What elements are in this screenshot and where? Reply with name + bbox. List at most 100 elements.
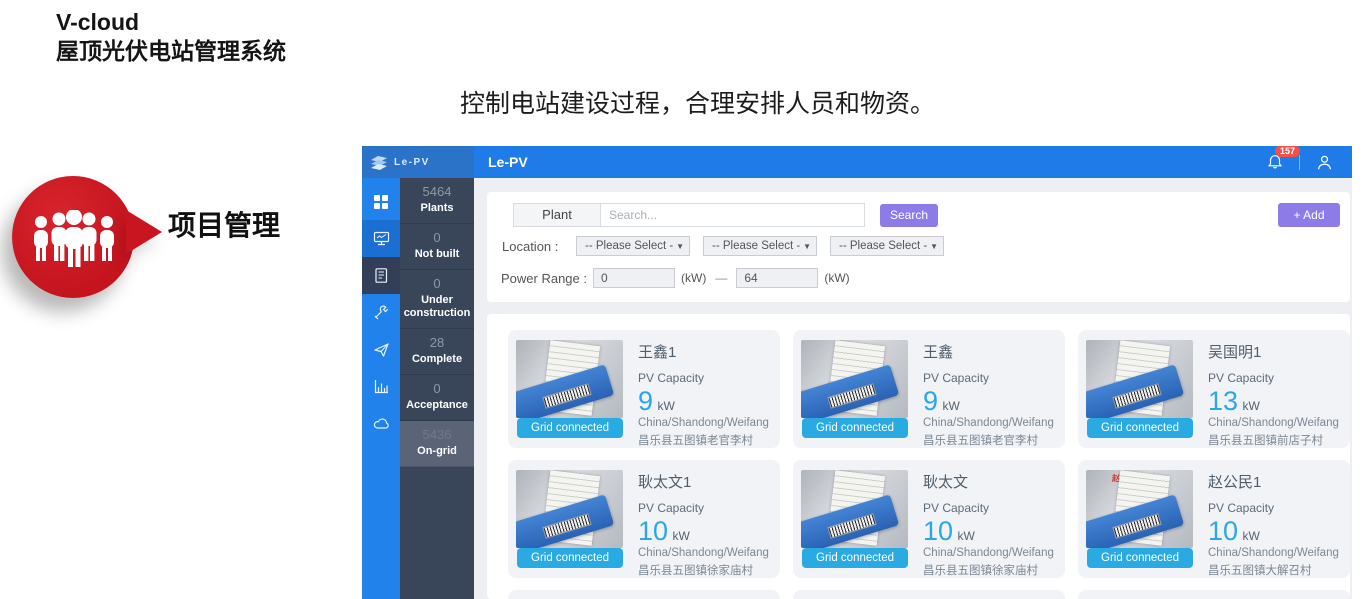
page: V-cloud 屋顶光伏电站管理系统 控制电站建设过程，合理安排人员和物资。 项…: [0, 0, 1370, 599]
plant-card[interactable]: Grid connected 王鑫 PV Capacity 9 kW China…: [793, 330, 1065, 448]
plant-card[interactable]: Grid connected 耿太文 PV Capacity 10 kW Chi…: [793, 460, 1065, 578]
dispatch-icon: [373, 341, 390, 358]
status-badge: Grid connected: [802, 418, 908, 438]
header-divider: [1299, 155, 1300, 170]
location-select-province[interactable]: -- Please Select - ▼: [576, 236, 690, 256]
select-value: -- Please Select -: [839, 240, 927, 252]
brand-line1: V-cloud: [56, 8, 286, 37]
plant-card-partial[interactable]: [793, 590, 1065, 599]
stat-label: On-grid: [402, 445, 472, 458]
sidebar-item-plants[interactable]: [362, 257, 400, 294]
capacity-unit: kW: [1243, 529, 1260, 543]
plant-card-partial[interactable]: [508, 590, 780, 599]
stat-plants[interactable]: 5464 Plants: [400, 178, 474, 224]
add-button[interactable]: + Add: [1278, 203, 1340, 227]
plant-village: 昌乐县五图镇老官李村: [638, 432, 777, 448]
sidebar-item-dispatch[interactable]: [362, 331, 400, 368]
capacity-label: PV Capacity: [1208, 371, 1347, 385]
solar-panel-logo-icon: [369, 153, 389, 171]
sidebar-item-construction[interactable]: [362, 294, 400, 331]
plant-list-panel: Grid connected 王鑫1 PV Capacity 9 kW Chin…: [487, 314, 1350, 599]
search-button[interactable]: Search: [880, 204, 938, 227]
notifications-bell-icon[interactable]: 157: [1266, 153, 1284, 171]
caption: 控制电站建设过程，合理安排人员和物资。: [460, 84, 935, 120]
plant-region: China/Shandong/Weifang: [638, 417, 777, 429]
stat-label: Under construction: [402, 294, 472, 320]
plant-card[interactable]: Grid connected 耿太文1 PV Capacity 10 kW Ch…: [508, 460, 780, 578]
plant-card[interactable]: 赵公民北屋 Grid connected 赵公民1 PV Capacity 10…: [1078, 460, 1350, 578]
location-label: Location :: [502, 239, 576, 254]
icon-sidebar: [362, 178, 400, 599]
feature-label: 项目管理: [168, 204, 280, 244]
status-badge: Grid connected: [517, 548, 623, 568]
stat-not-built[interactable]: 0 Not built: [400, 224, 474, 270]
plant-region: China/Shandong/Weifang: [923, 417, 1062, 429]
range-dash: —: [715, 271, 727, 285]
capacity-value: 9: [638, 386, 653, 416]
stat-under-construction[interactable]: 0 Under construction: [400, 270, 474, 329]
plant-photo: [801, 340, 908, 418]
chevron-down-icon: ▼: [930, 242, 938, 251]
bubble-arrow: [126, 210, 162, 254]
capacity-unit: kW: [673, 529, 690, 543]
sidebar-item-dashboard[interactable]: [362, 183, 400, 220]
plant-photo: 赵公民北屋: [1086, 470, 1193, 548]
user-profile-icon[interactable]: [1315, 153, 1334, 172]
plant-name: 吴国明1: [1208, 341, 1347, 362]
power-max-input[interactable]: [736, 268, 818, 288]
capacity-value: 10: [1208, 516, 1238, 546]
capacity-label: PV Capacity: [1208, 501, 1347, 515]
status-badge: Grid connected: [1087, 418, 1193, 438]
sidebar-item-monitor[interactable]: [362, 220, 400, 257]
plant-name: 王鑫1: [638, 341, 777, 362]
sidebar-item-statistics[interactable]: [362, 368, 400, 405]
stat-complete[interactable]: 28 Complete: [400, 329, 474, 375]
stat-label: Not built: [402, 248, 472, 261]
search-field-selector[interactable]: Plant: [513, 203, 601, 227]
capacity-label: PV Capacity: [923, 371, 1062, 385]
plant-cards-grid: Grid connected 王鑫1 PV Capacity 9 kW Chin…: [508, 330, 1350, 599]
status-badge: Grid connected: [517, 418, 623, 438]
plant-name: 赵公民1: [1208, 471, 1347, 492]
filter-panel: Plant Search + Add Location : -- Please …: [487, 192, 1350, 302]
plant-name: 耿太文: [923, 471, 1062, 492]
stat-on-grid[interactable]: 5436 On-grid: [400, 421, 474, 467]
feature-callout: 项目管理: [0, 168, 360, 300]
plant-card[interactable]: Grid connected 吴国明1 PV Capacity 13 kW Ch…: [1078, 330, 1350, 448]
plant-village: 昌乐县五图镇老官李村: [923, 432, 1062, 448]
header-title: Le-PV: [488, 154, 528, 170]
location-select-district[interactable]: -- Please Select - ▼: [830, 236, 944, 256]
plant-region: China/Shandong/Weifang: [1208, 547, 1347, 559]
search-input[interactable]: [601, 203, 865, 227]
logo-text: Le-PV: [394, 157, 430, 168]
power-range-row: Power Range : (kW) — (kW): [501, 268, 1338, 288]
brand-line2: 屋顶光伏电站管理系统: [56, 37, 286, 66]
plant-village: 昌乐县五图镇徐家庙村: [638, 562, 777, 578]
stats-sidebar: 5464 Plants 0 Not built 0 Under construc…: [400, 178, 474, 599]
search-row: Plant Search + Add: [501, 203, 1338, 227]
people-group-icon: [28, 210, 120, 268]
location-select-city[interactable]: -- Please Select - ▼: [703, 236, 817, 256]
plant-photo: [516, 340, 623, 418]
capacity-value: 13: [1208, 386, 1238, 416]
power-min-input[interactable]: [593, 268, 675, 288]
status-badge: Grid connected: [802, 548, 908, 568]
plant-card-partial[interactable]: [1078, 590, 1350, 599]
stat-label: Plants: [402, 202, 472, 215]
plant-photo: [1086, 340, 1193, 418]
cloud-icon: [373, 415, 390, 432]
capacity-value: 10: [923, 516, 953, 546]
capacity-value: 9: [923, 386, 938, 416]
location-row: Location : -- Please Select - ▼ -- Pleas…: [501, 236, 1338, 256]
logo-block[interactable]: Le-PV: [362, 146, 474, 178]
app-window: Le-PV Le-PV 157: [362, 146, 1352, 599]
stat-acceptance[interactable]: 0 Acceptance: [400, 375, 474, 421]
sidebar-item-cloud[interactable]: [362, 405, 400, 442]
stat-value: 5436: [402, 427, 472, 442]
capacity-label: PV Capacity: [638, 371, 777, 385]
stat-value: 0: [402, 381, 472, 396]
plant-card[interactable]: Grid connected 王鑫1 PV Capacity 9 kW Chin…: [508, 330, 780, 448]
capacity-value: 10: [638, 516, 668, 546]
status-badge: Grid connected: [1087, 548, 1193, 568]
capacity-unit: kW: [1243, 399, 1260, 413]
